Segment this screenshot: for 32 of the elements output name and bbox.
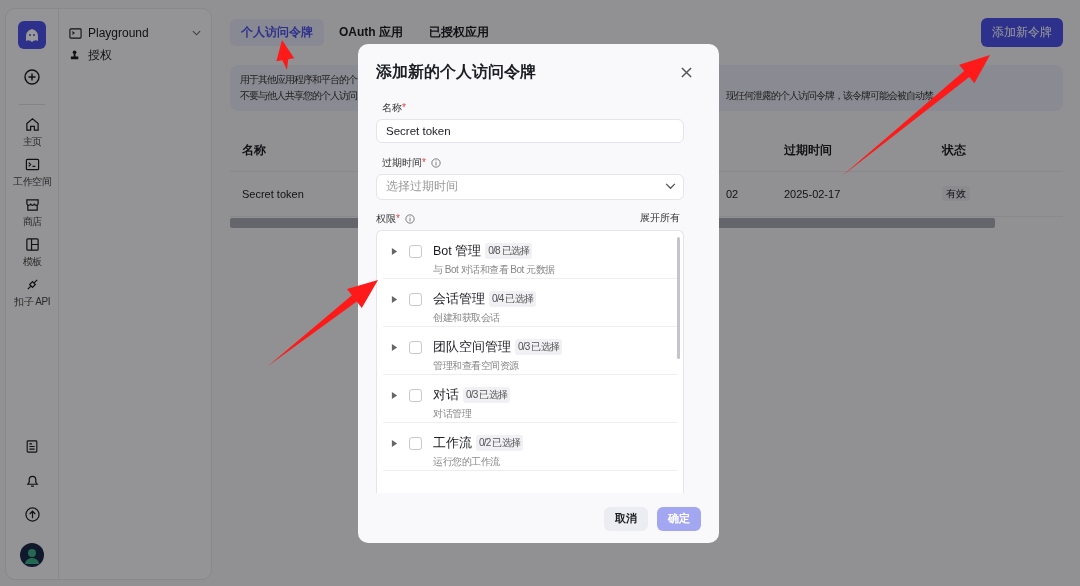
permission-description: 创建和获取会话 — [433, 310, 501, 325]
permission-title: 团队空间管理 — [433, 338, 511, 356]
permission-title: 对话 — [433, 386, 459, 404]
permission-description: 与 Bot 对话和查看 Bot 元数据 — [433, 262, 555, 277]
required-mark: * — [422, 157, 426, 168]
dialog-title: 添加新的个人访问令牌 — [376, 61, 536, 82]
selection-count-badge: 0/2 已选择 — [476, 435, 524, 451]
required-mark: * — [396, 213, 400, 224]
table-cell: 2025-02-17 — [784, 188, 841, 200]
required-mark: * — [402, 102, 406, 113]
selection-count-badge: 0/3 已选择 — [515, 339, 563, 355]
notice-text: 不要与他人共享您的个人访问 — [240, 89, 357, 103]
status-tag: 有效 — [942, 186, 970, 201]
selection-count-badge: 0/4 已选择 — [489, 291, 537, 307]
selection-count-badge: 0/3 已选择 — [463, 387, 511, 403]
table-cell: Secret token — [242, 188, 304, 200]
field-label: 过期时间 — [382, 155, 422, 170]
permission-description: 运行您的工作流 — [433, 454, 501, 469]
table-cell: 02 — [726, 188, 739, 200]
selection-count-badge: 0/8 已选择 — [485, 243, 533, 259]
column-header: 过期时间 — [784, 143, 832, 156]
permission-title: 工作流 — [433, 434, 472, 452]
notice-text: 现任何泄露的个人访问令牌，该令牌可能会被自动禁 — [726, 89, 933, 103]
column-header: 状态 — [942, 143, 966, 156]
column-header: 名称 — [242, 143, 266, 156]
permission-description: 管理和查看空间资源 — [433, 358, 520, 373]
field-label: 名称 — [382, 100, 402, 115]
field-label: 权限 — [376, 211, 396, 226]
permission-title: Bot 管理 — [433, 242, 482, 260]
permission-description: 对话管理 — [433, 406, 473, 421]
notice-text: 用于其他应用程序和平台的个 — [240, 73, 357, 87]
permission-title: 会话管理 — [433, 290, 485, 308]
